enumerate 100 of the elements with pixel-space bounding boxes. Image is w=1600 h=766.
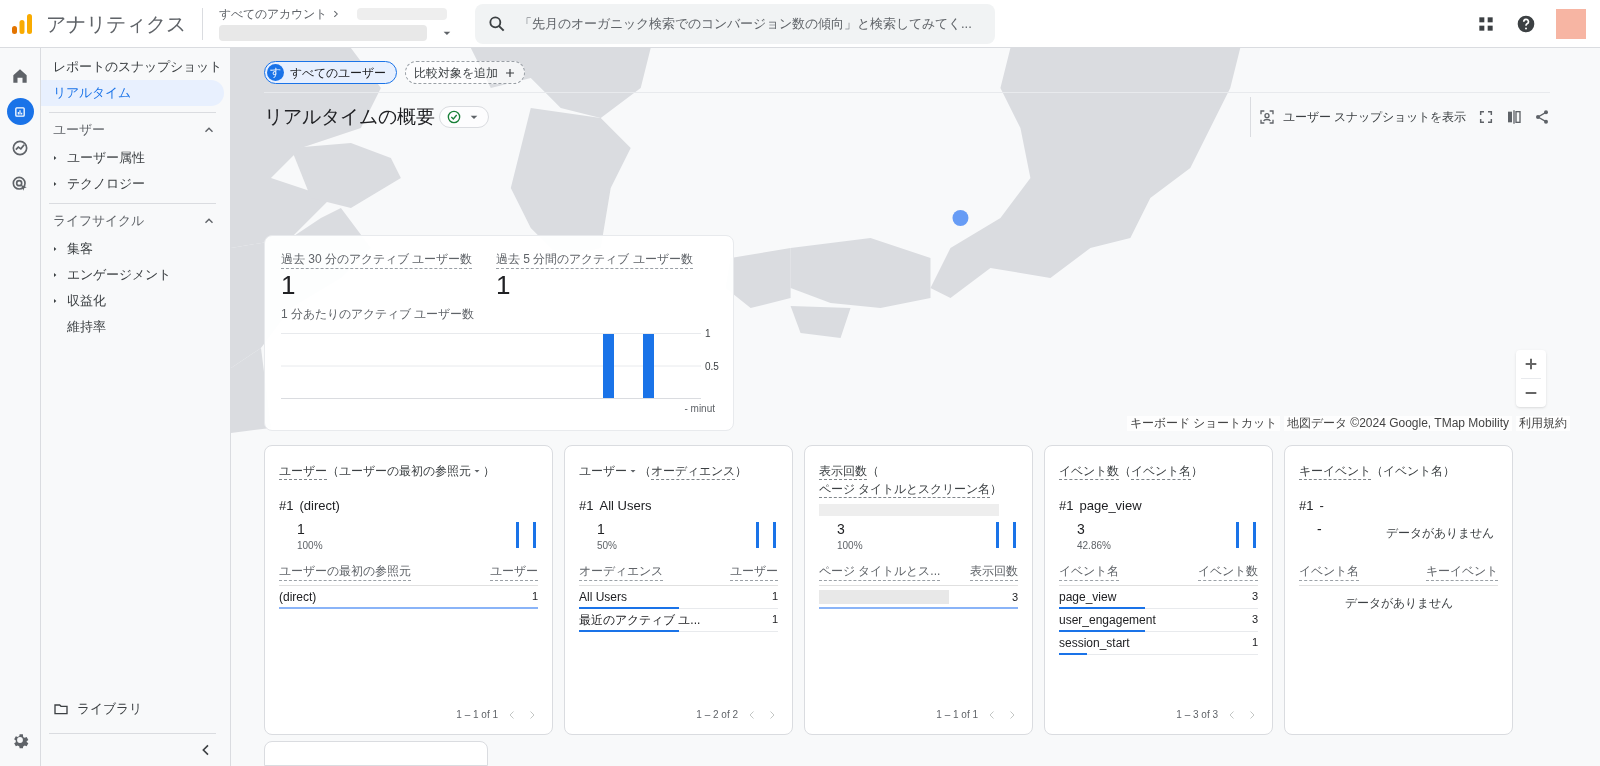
map-attribution: 地図データ ©2024 Google, TMap Mobility xyxy=(1283,416,1512,431)
column-header[interactable]: イベント数 xyxy=(1198,561,1258,581)
pagination-label: 1 – 2 of 2 xyxy=(696,708,738,722)
report-title: リアルタイムの概要 xyxy=(264,104,435,129)
nav-item[interactable]: レポートのスナップショット xyxy=(41,54,224,80)
breadcrumb-link[interactable]: すべてのアカウント xyxy=(219,6,327,21)
column-header[interactable]: キーイベント xyxy=(1426,561,1498,581)
table-cell-text: 1 xyxy=(1251,635,1258,651)
table-cell-text: 1 xyxy=(771,612,778,628)
pagination-label: 1 – 3 of 3 xyxy=(1176,708,1218,722)
rail-button[interactable] xyxy=(6,98,34,125)
card-title-part: 表示回数 xyxy=(819,464,867,480)
fullscreen-icon[interactable] xyxy=(1478,109,1494,125)
expand-arrow-icon[interactable] xyxy=(51,297,59,305)
top-item-value: - xyxy=(1317,519,1322,538)
comparison-chip[interactable]: す すべてのユーザー xyxy=(264,61,397,84)
zoom-in-icon[interactable] xyxy=(1523,356,1539,372)
compare-columns-icon[interactable] xyxy=(1506,109,1522,125)
table-cell-text: 3 xyxy=(1011,589,1018,605)
table-cell-text: 最近のアクティブ ユ... xyxy=(579,611,701,629)
metric-label: 過去 30 分のアクティブ ユーザー数 xyxy=(281,250,473,269)
column-header[interactable]: ユーザー xyxy=(490,561,538,581)
column-header[interactable]: ユーザーの最初の参照元 xyxy=(279,561,411,581)
table-cell-text: 3 xyxy=(1251,589,1258,605)
top-item-value: 3 xyxy=(1077,519,1086,538)
column-header[interactable]: 表示回数 xyxy=(970,562,1018,581)
card-title-part: ） xyxy=(990,481,1003,498)
column-header[interactable]: ページ タイトルとス... xyxy=(819,562,941,581)
table-cell-text: session_start xyxy=(1059,634,1130,652)
expand-arrow-icon[interactable] xyxy=(51,180,59,188)
nav-section-title: ライフサイクル xyxy=(53,212,144,231)
card-title-part: オーディエンス xyxy=(651,464,735,480)
card-title-part: ） xyxy=(735,463,747,480)
column-header[interactable]: オーディエンス xyxy=(579,561,663,581)
top-item-name: - xyxy=(1319,497,1324,515)
table-cell-text: 1 xyxy=(531,589,538,605)
pagination-label: 1 – 1 of 1 xyxy=(456,708,498,722)
card-title-part: （ xyxy=(1119,463,1131,480)
nav-item[interactable]: リアルタイム xyxy=(41,80,224,106)
top-item-percent: 100% xyxy=(297,538,323,553)
mini-bar-chart-icon xyxy=(514,519,538,550)
add-comparison-button[interactable]: 比較対象を追加 xyxy=(405,61,525,84)
nav-item[interactable]: テクノロジー xyxy=(67,174,145,194)
rank-label: #1 xyxy=(279,497,294,515)
share-icon[interactable] xyxy=(1534,109,1550,125)
metric-label: 過去 5 分間のアクティブ ユーザー数 xyxy=(496,250,693,269)
nav-item[interactable]: 収益化 xyxy=(67,291,106,311)
card-title-part: （イベント名） xyxy=(1371,463,1455,480)
rank-label: #1 xyxy=(579,497,594,515)
card-title-part: ） xyxy=(483,463,495,480)
top-item-value: 1 xyxy=(597,519,606,538)
card-title-part: ユーザー xyxy=(579,463,627,480)
expand-arrow-icon[interactable] xyxy=(51,154,59,162)
map-link[interactable]: 利用規約 xyxy=(1516,416,1570,431)
metric-value: 1 xyxy=(281,269,297,301)
table-cell-text: (direct) xyxy=(279,588,317,606)
analytics-logo-icon xyxy=(10,11,34,36)
nav-item[interactable]: ユーザー属性 xyxy=(67,148,145,168)
rank-label: #1 xyxy=(1299,497,1314,515)
column-header[interactable]: ユーザー xyxy=(730,561,778,581)
top-item-percent: 100% xyxy=(837,539,863,553)
top-item-value: 3 xyxy=(837,520,846,538)
axis-tick-label: 1 xyxy=(705,328,711,340)
top-item-percent: 42.86% xyxy=(1077,538,1111,553)
card-title-part: ページ タイトルとスクリーン名 xyxy=(819,482,991,498)
person-frame-icon xyxy=(1258,109,1275,125)
folder-icon xyxy=(53,701,69,717)
expand-arrow-icon[interactable] xyxy=(51,245,59,253)
map-link[interactable]: キーボード ショートカット xyxy=(1126,416,1280,431)
card-title-part: （ユーザーの最初の参照元 xyxy=(327,463,471,480)
chip-label: すべてのユーザー xyxy=(290,64,386,82)
metric-value: 1 xyxy=(496,269,512,301)
axis-label: - minut xyxy=(684,402,715,416)
no-data-message: データがありません xyxy=(1344,594,1453,612)
axis-tick-label: 0.5 xyxy=(705,361,719,373)
table-cell-text: page_view xyxy=(1059,588,1117,606)
top-item-name: All Users xyxy=(599,497,652,515)
nav-item[interactable]: 集客 xyxy=(67,239,93,259)
card-title-part: （ xyxy=(639,463,651,480)
mini-bar-chart-icon xyxy=(754,519,778,550)
snapshot-button[interactable]: ユーザー スナップショットを表示 xyxy=(1258,108,1466,126)
column-header[interactable]: イベント名 xyxy=(1059,561,1119,581)
nav-section-title: ユーザー xyxy=(53,121,105,140)
rank-label: #1 xyxy=(1059,497,1074,515)
status-dropdown[interactable] xyxy=(439,106,489,128)
nav-item[interactable]: ライブラリ xyxy=(77,699,142,719)
pagination-label: 1 – 1 of 1 xyxy=(936,708,978,722)
help-icon[interactable] xyxy=(1516,13,1536,34)
nav-item[interactable]: 維持率 xyxy=(67,317,106,337)
column-header[interactable]: イベント名 xyxy=(1299,561,1359,581)
mini-bar-chart-icon xyxy=(1234,519,1258,550)
top-item-value: 1 xyxy=(297,519,306,538)
expand-arrow-icon[interactable] xyxy=(51,271,59,279)
chevron-right-icon xyxy=(331,8,341,19)
nav-item[interactable]: エンゲージメント xyxy=(67,265,171,285)
chart-title: 1 分あたりのアクティブ ユーザー数 xyxy=(281,306,475,323)
search-field[interactable]: 「先月のオーガニック検索でのコンバージョン数の傾向」と検索してみてく... xyxy=(475,3,995,44)
top-item-name: (direct) xyxy=(299,497,340,515)
card-title-part: （ xyxy=(867,463,879,480)
card-title-part: ユーザー xyxy=(279,464,327,480)
